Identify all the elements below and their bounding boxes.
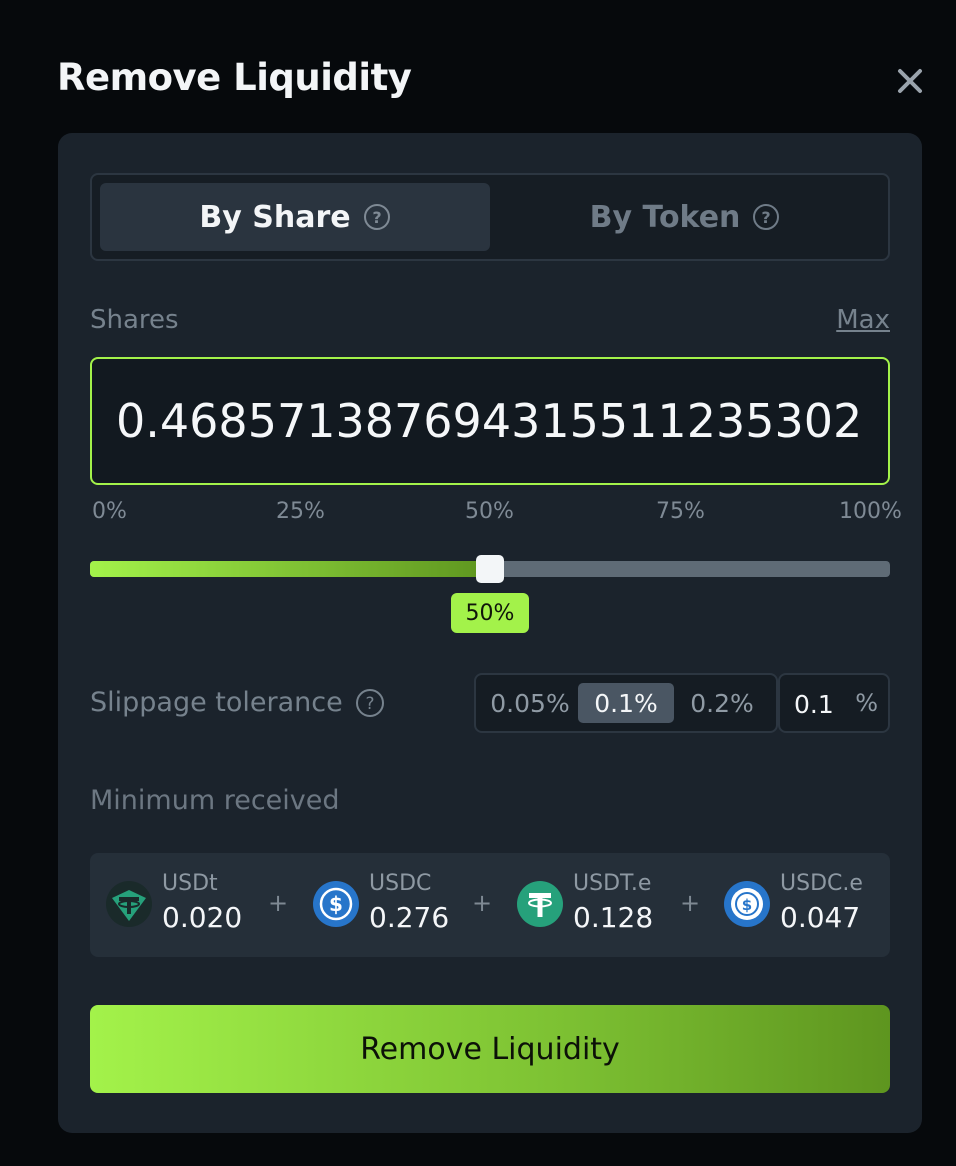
shares-input[interactable] [90,357,890,485]
usdt-tether-icon [517,881,563,927]
token-symbol: USDC [369,871,432,896]
tab-by-share[interactable]: By Share ? [100,183,490,251]
usdc-icon: $ [313,881,359,927]
usdc-icon: $ [724,881,770,927]
modal-title: Remove Liquidity [57,56,412,99]
svg-text:?: ? [365,694,374,714]
minimum-received-box: USDt 0.020 + $ USDC 0.276 + USDT.e 0.128… [90,853,890,957]
slippage-label-text: Slippage tolerance [90,687,343,718]
max-button[interactable]: Max [836,305,890,335]
token-symbol: USDC.e [780,871,863,896]
mode-tabs: By Share ? By Token ? [90,173,890,261]
slider-tick-label: 100% [839,499,902,524]
svg-text:$: $ [742,896,752,914]
slippage-custom-input[interactable] [794,685,854,723]
token-amount: 0.047 [780,901,861,934]
tab-by-token[interactable]: By Token ? [490,183,880,251]
help-circle-icon[interactable]: ? [363,203,391,231]
plus-separator: + [680,889,701,917]
close-button[interactable] [893,64,927,98]
share-slider-track[interactable] [90,555,890,583]
share-slider-fill [90,561,490,577]
token-amount: 0.128 [573,901,654,934]
slippage-option-0-1[interactable]: 0.1% [578,683,674,723]
slider-tick-label: 75% [656,499,705,524]
help-circle-icon[interactable]: ? [752,203,780,231]
help-circle-icon[interactable]: ? [355,688,385,718]
minimum-received-label: Minimum received [90,785,340,816]
slippage-label: Slippage tolerance ? [90,687,385,718]
slider-tick-label: 0% [92,499,127,524]
token-symbol: USDT.e [573,871,652,896]
shares-label: Shares [90,305,179,335]
slippage-option-0-2[interactable]: 0.2% [674,683,770,723]
close-icon [898,69,922,93]
svg-text:?: ? [372,208,381,227]
tab-label: By Share [199,199,351,235]
slippage-custom-field: % [778,673,890,733]
slider-tick-label: 50% [465,499,514,524]
plus-separator: + [268,889,289,917]
remove-liquidity-card: By Share ? By Token ? Shares Max 0% 25% … [58,133,922,1133]
slippage-option-0-05[interactable]: 0.05% [482,683,578,723]
slippage-unit: % [855,689,878,717]
token-amount: 0.276 [369,901,450,934]
remove-liquidity-button[interactable]: Remove Liquidity [90,1005,890,1093]
svg-text:$: $ [329,892,343,916]
slider-tick-label: 25% [276,499,325,524]
token-amount: 0.020 [162,901,243,934]
tab-label: By Token [589,199,741,235]
usdt-tether-icon [106,881,152,927]
plus-separator: + [472,889,493,917]
token-symbol: USDt [162,871,218,896]
svg-text:?: ? [762,208,771,227]
share-slider-thumb[interactable] [476,555,504,583]
slippage-options: 0.05% 0.1% 0.2% [474,673,778,733]
slider-value-tooltip: 50% [451,593,529,633]
